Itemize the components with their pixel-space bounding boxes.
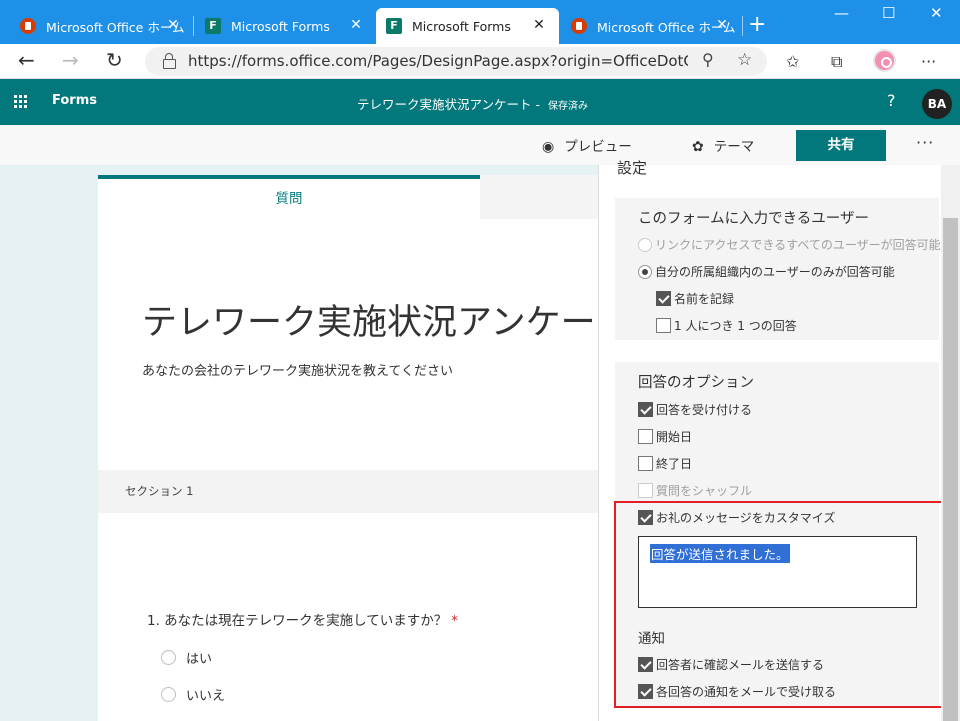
maximize-button[interactable]: ☐ bbox=[882, 4, 895, 22]
form-title-header: テレワーク実施状況アンケート - 保存済み bbox=[357, 97, 588, 112]
refresh-button[interactable]: ↻ bbox=[106, 48, 123, 72]
one-response-checkbox[interactable]: 1 人につき 1 つの回答 bbox=[656, 317, 797, 334]
highlight-box bbox=[614, 501, 945, 708]
shuffle-questions-checkbox[interactable]: 質問をシャッフル bbox=[638, 482, 752, 499]
checkbox[interactable] bbox=[638, 483, 653, 498]
lock-icon bbox=[163, 53, 176, 69]
question-1-option-no[interactable]: いいえ bbox=[161, 685, 225, 704]
tab-questions[interactable]: 質問 bbox=[98, 175, 480, 219]
settings-title: 設定 bbox=[617, 159, 648, 177]
form-tabs: 質問 bbox=[98, 175, 598, 219]
form-title[interactable]: テレワーク実施状況アンケート bbox=[142, 294, 598, 345]
url-text[interactable]: https://forms.office.com/Pages/DesignPag… bbox=[188, 52, 688, 70]
forward-button[interactable]: → bbox=[62, 48, 79, 72]
forms-icon bbox=[205, 18, 221, 34]
option-anyone-with-link[interactable]: リンクにアクセスできるすべてのユーザーが回答可能 bbox=[638, 236, 941, 253]
saved-status: 保存済み bbox=[547, 101, 588, 112]
checkbox[interactable] bbox=[638, 429, 653, 444]
favorites-icon[interactable]: ✩ bbox=[786, 52, 799, 71]
browser-menu-icon[interactable]: ··· bbox=[921, 52, 936, 71]
tab-separator bbox=[742, 16, 743, 36]
required-mark: * bbox=[451, 613, 459, 629]
browser-tab-strip: Microsoft Office ホーム ✕ Microsoft Forms ✕… bbox=[0, 0, 960, 44]
zoom-icon[interactable]: ⚲ bbox=[702, 50, 714, 69]
radio-button[interactable] bbox=[638, 237, 652, 252]
browser-tab-forms-1[interactable]: Microsoft Forms ✕ bbox=[193, 8, 376, 44]
address-bar-row: ← → ↻ https://forms.office.com/Pages/Des… bbox=[0, 44, 960, 79]
window-close-button[interactable]: ✕ bbox=[930, 4, 943, 22]
settings-scrollbar[interactable] bbox=[941, 165, 960, 721]
radio-button[interactable] bbox=[638, 264, 652, 279]
more-options-icon[interactable]: ··· bbox=[916, 133, 934, 152]
checkbox[interactable] bbox=[656, 318, 671, 333]
option-org-only[interactable]: 自分の所属組織内のユーザーのみが回答可能 bbox=[638, 263, 895, 280]
app-brand[interactable]: Forms bbox=[52, 93, 97, 108]
add-favorite-icon[interactable]: ☆ bbox=[737, 50, 752, 70]
browser-tab-office-home-2[interactable]: Microsoft Office ホーム ✕ bbox=[559, 8, 742, 44]
palette-icon: ✿ bbox=[692, 139, 704, 155]
close-icon[interactable]: ✕ bbox=[165, 17, 181, 33]
user-avatar[interactable]: BA bbox=[922, 89, 952, 119]
office-icon bbox=[571, 18, 587, 34]
who-can-fill-title: このフォームに入力できるユーザー bbox=[638, 211, 869, 227]
radio-circle[interactable] bbox=[161, 687, 176, 702]
accept-responses-checkbox[interactable]: 回答を受け付ける bbox=[638, 401, 752, 418]
browser-tab-forms-active[interactable]: Microsoft Forms ✕ bbox=[376, 8, 559, 44]
browser-tab-office-home-1[interactable]: Microsoft Office ホーム ✕ bbox=[0, 8, 193, 44]
help-icon[interactable]: ? bbox=[887, 91, 896, 110]
theme-button[interactable]: ✿ テーマ bbox=[692, 135, 754, 155]
forms-header: Forms テレワーク実施状況アンケート - 保存済み ? bbox=[0, 79, 960, 125]
close-icon[interactable]: ✕ bbox=[531, 17, 547, 33]
preview-button[interactable]: ◉ プレビュー bbox=[542, 135, 632, 155]
checkbox[interactable] bbox=[656, 291, 671, 306]
back-button[interactable]: ← bbox=[18, 48, 35, 72]
browser-profile-avatar[interactable] bbox=[873, 49, 896, 72]
office-icon bbox=[20, 18, 36, 34]
question-1-option-yes[interactable]: はい bbox=[161, 648, 212, 667]
forms-icon bbox=[386, 18, 402, 34]
who-can-fill-group: このフォームに入力できるユーザー リンクにアクセスできるすべてのユーザーが回答可… bbox=[615, 198, 941, 340]
eye-icon: ◉ bbox=[542, 139, 555, 155]
question-1[interactable]: 1. あなたは現在テレワークを実施していますか？ * bbox=[147, 609, 458, 629]
checkbox[interactable] bbox=[638, 456, 653, 471]
app-launcher-icon[interactable] bbox=[14, 95, 28, 109]
url-bar[interactable]: https://forms.office.com/Pages/DesignPag… bbox=[145, 47, 767, 76]
form-toolbar: ◉ プレビュー ✿ テーマ 共有 ··· bbox=[0, 125, 960, 165]
form-card: 質問 テレワーク実施状況アンケート あなたの会社のテレワーク実施状況を教えてくだ… bbox=[98, 175, 598, 721]
close-icon[interactable]: ✕ bbox=[714, 17, 730, 33]
record-name-checkbox[interactable]: 名前を記録 bbox=[656, 290, 734, 307]
response-options-title: 回答のオプション bbox=[638, 375, 754, 391]
start-date-checkbox[interactable]: 開始日 bbox=[638, 428, 692, 445]
collections-icon[interactable]: ⧉ bbox=[831, 52, 842, 72]
checkbox[interactable] bbox=[638, 402, 653, 417]
end-date-checkbox[interactable]: 終了日 bbox=[638, 455, 692, 472]
section-header: セクション 1 bbox=[98, 470, 598, 513]
tab-label: Microsoft Forms bbox=[231, 18, 330, 34]
share-button[interactable]: 共有 bbox=[796, 130, 886, 161]
radio-circle[interactable] bbox=[161, 650, 176, 665]
form-description[interactable]: あなたの会社のテレワーク実施状況を教えてください bbox=[142, 360, 453, 379]
scrollbar-thumb[interactable] bbox=[943, 218, 958, 721]
close-icon[interactable]: ✕ bbox=[348, 17, 364, 33]
tab-label: Microsoft Forms bbox=[412, 18, 511, 34]
minimize-button[interactable]: — bbox=[834, 4, 849, 22]
form-canvas: 質問 テレワーク実施状況アンケート あなたの会社のテレワーク実施状況を教えてくだ… bbox=[0, 165, 598, 721]
new-tab-button[interactable]: + bbox=[748, 12, 766, 37]
tab-label: Microsoft Office ホーム bbox=[46, 19, 185, 35]
